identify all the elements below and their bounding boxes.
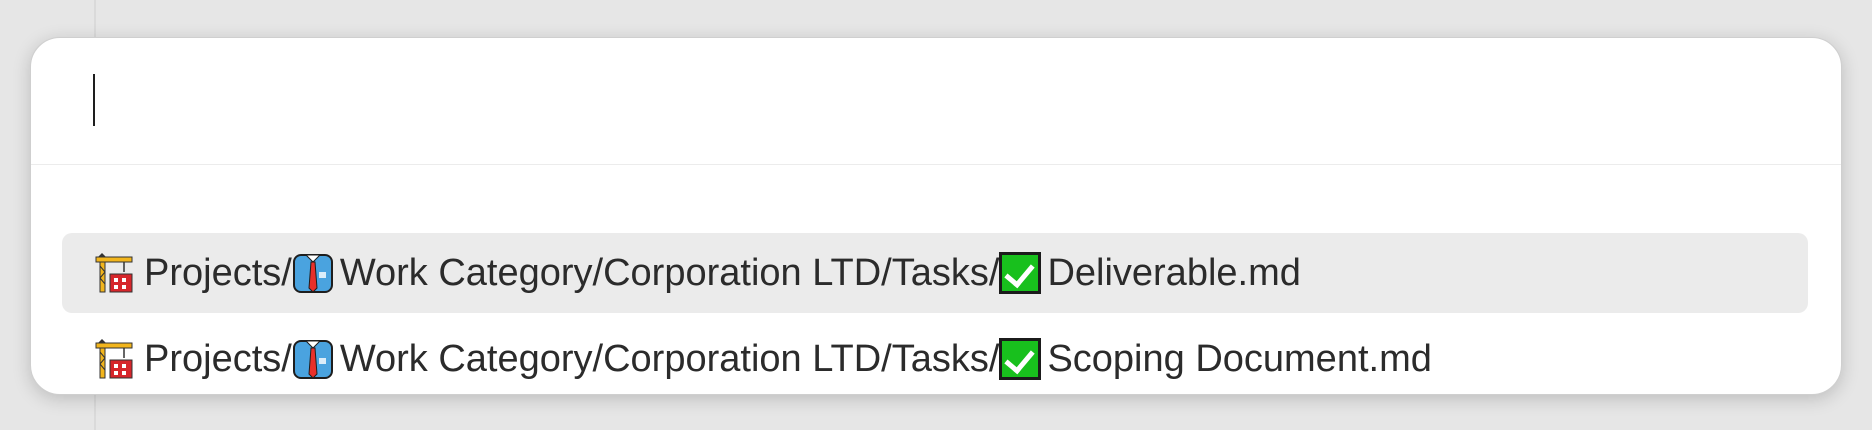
path-segment-projects: Projects/: [144, 251, 292, 294]
file-name: Scoping Document.md: [1047, 337, 1432, 380]
result-path: Projects/ Work Category/Corporation LTD/…: [94, 252, 1301, 295]
path-segment-work-category: Work Category/Corporation LTD/Tasks/: [339, 337, 1000, 380]
search-row: [31, 38, 1841, 165]
check-box-icon: [999, 252, 1042, 294]
result-item-scoping-document[interactable]: Projects/ Work Category/Corporation LTD/…: [62, 319, 1808, 394]
result-item-deliverable[interactable]: Projects/ Work Category/Corporation LTD/…: [62, 233, 1808, 313]
construction-crane-icon: [94, 252, 136, 294]
path-segment-projects: Projects/: [144, 337, 292, 380]
result-path: Projects/ Work Category/Corporation LTD/…: [94, 338, 1432, 381]
shirt-tie-icon: [292, 252, 334, 294]
check-box-icon: [999, 338, 1042, 380]
path-segment-work-category: Work Category/Corporation LTD/Tasks/: [339, 251, 1000, 294]
file-name: Deliverable.md: [1047, 251, 1301, 294]
construction-crane-icon: [94, 338, 136, 380]
search-input[interactable]: [91, 68, 1781, 132]
shirt-tie-icon: [292, 338, 334, 380]
text-caret: [93, 74, 95, 126]
quick-switcher-modal: Projects/ Work Category/Corporation LTD/…: [30, 37, 1842, 395]
